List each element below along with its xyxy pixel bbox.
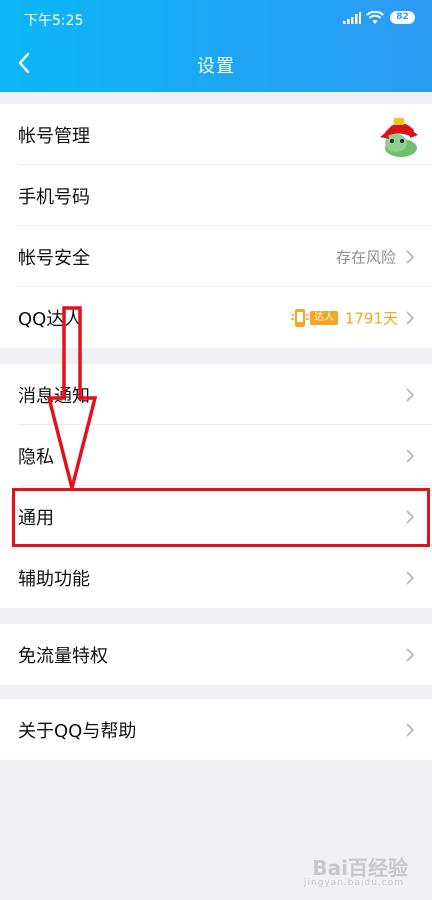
chevron-right-icon xyxy=(406,310,414,325)
settings-row-account-security[interactable]: 帐号安全 存在风险 xyxy=(0,226,432,287)
settings-row-data-free-privilege[interactable]: 免流量特权 xyxy=(0,624,432,685)
settings-group-account: 帐号管理 手机号码 帐号安全 存在风险 QQ达人 达人 1791天 xyxy=(0,104,432,348)
header-bar: 下午5:25 82 设置 xyxy=(0,0,432,92)
settings-row-qq-daren[interactable]: QQ达人 达人 1791天 xyxy=(0,287,432,348)
settings-group-general: 消息通知 隐私 通用 辅助功能 xyxy=(0,364,432,608)
settings-group-about: 关于QQ与帮助 xyxy=(0,699,432,760)
settings-row-notifications[interactable]: 消息通知 xyxy=(0,364,432,425)
wifi-icon xyxy=(366,11,384,24)
row-label: 通用 xyxy=(18,507,54,529)
chevron-right-icon xyxy=(406,448,414,463)
settings-row-account-management[interactable]: 帐号管理 xyxy=(0,104,432,165)
watermark-logo: Bai百经验 xyxy=(312,856,408,880)
daren-badge: 达人 xyxy=(291,308,347,328)
chevron-right-icon xyxy=(406,509,414,524)
chevron-right-icon xyxy=(406,722,414,737)
settings-row-general[interactable]: 通用 xyxy=(0,486,432,547)
chevron-right-icon xyxy=(406,387,414,402)
settings-row-privacy[interactable]: 隐私 xyxy=(0,425,432,486)
daren-tag: 达人 xyxy=(310,310,338,325)
row-label: 免流量特权 xyxy=(18,645,108,667)
settings-row-about-help[interactable]: 关于QQ与帮助 xyxy=(0,699,432,760)
row-label: 隐私 xyxy=(18,446,54,468)
daren-days-text: 1791天 xyxy=(344,309,398,327)
row-label: 帐号安全 xyxy=(18,247,90,269)
row-label: QQ达人 xyxy=(18,308,83,330)
avatar[interactable] xyxy=(374,110,424,160)
status-bar: 下午5:25 82 xyxy=(0,0,432,36)
row-label: 手机号码 xyxy=(18,186,90,208)
row-label: 帐号管理 xyxy=(18,125,90,147)
row-label: 辅助功能 xyxy=(18,568,90,590)
chevron-right-icon xyxy=(406,249,414,264)
row-label: 消息通知 xyxy=(18,385,90,407)
watermark-url: jingyan.baidu.com xyxy=(303,878,404,888)
battery-indicator: 82 xyxy=(390,11,415,24)
signal-icon xyxy=(343,12,361,24)
security-status-text: 存在风险 xyxy=(335,248,396,266)
phone-icon xyxy=(291,308,309,327)
chevron-right-icon xyxy=(406,647,414,662)
settings-row-phone-number[interactable]: 手机号码 xyxy=(0,165,432,226)
chevron-right-icon xyxy=(406,570,414,585)
settings-row-accessibility[interactable]: 辅助功能 xyxy=(0,547,432,608)
row-label: 关于QQ与帮助 xyxy=(18,720,137,742)
page-title: 设置 xyxy=(197,56,235,77)
status-time: 下午5:25 xyxy=(24,13,84,29)
settings-group-data-free: 免流量特权 xyxy=(0,624,432,685)
